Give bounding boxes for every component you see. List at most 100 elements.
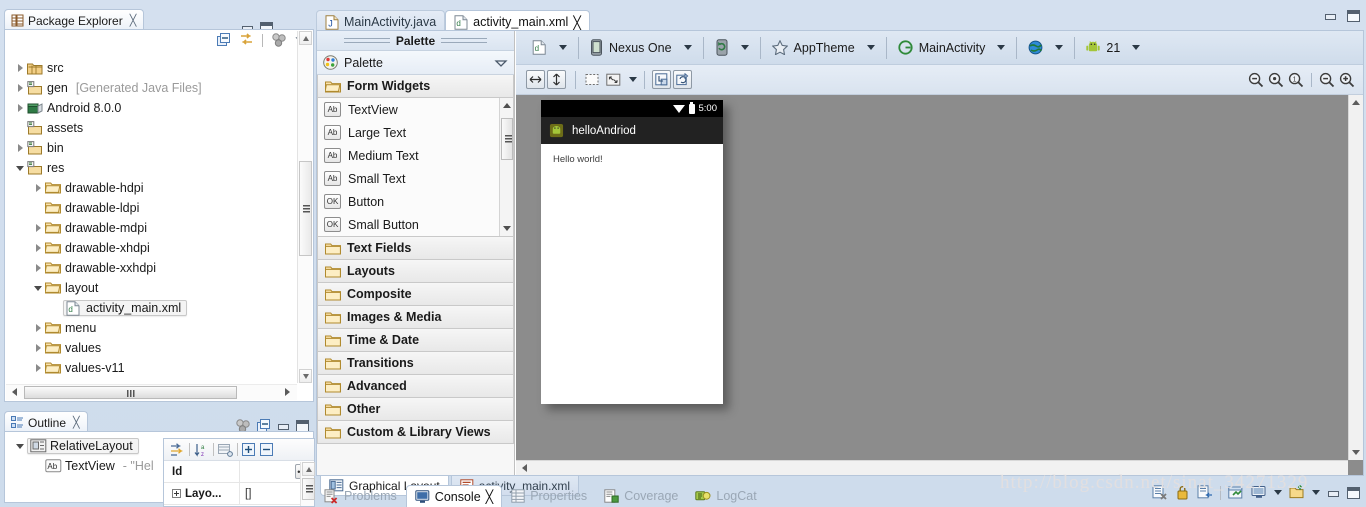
open-console-icon[interactable]	[1289, 484, 1305, 500]
chevron-down-icon[interactable]	[494, 58, 508, 68]
palette-item-textview[interactable]: Ab TextView	[318, 98, 513, 121]
twisty-collapsed-icon[interactable]	[33, 222, 45, 234]
clear-console-icon[interactable]	[1152, 485, 1168, 500]
config-item-config-file[interactable]: d	[524, 35, 575, 61]
bottom-tab-problems[interactable]: Problems	[316, 485, 405, 507]
scroll-up-button[interactable]	[501, 99, 513, 112]
tree-item-res[interactable]: res	[5, 158, 313, 178]
chevron-down-icon[interactable]	[683, 45, 692, 50]
scroll-right-button[interactable]	[281, 386, 295, 399]
toggle-width-icon[interactable]	[526, 70, 545, 89]
tree-item-drawable-ldpi[interactable]: drawable-ldpi	[5, 198, 313, 218]
scroll-thumb[interactable]	[302, 478, 315, 500]
maximize-icon[interactable]	[1347, 10, 1360, 22]
config-item-locale-globe[interactable]	[1020, 35, 1071, 61]
tree-item-drawable-mdpi[interactable]: drawable-mdpi	[5, 218, 313, 238]
tree-item-src[interactable]: src	[5, 58, 313, 78]
toggle-height-icon[interactable]	[547, 70, 566, 89]
palette-group-images-media[interactable]: Images & Media	[317, 306, 514, 329]
palette-scrollbar[interactable]	[499, 98, 513, 236]
bottom-tab-logcat[interactable]: LogCat	[687, 485, 764, 507]
palette-group-composite[interactable]: Composite	[317, 283, 514, 306]
tab-outline[interactable]: Outline ╳	[4, 411, 88, 433]
palette-group-layouts[interactable]: Layouts	[317, 260, 514, 283]
twisty-expanded-icon[interactable]	[15, 440, 27, 452]
config-item-21[interactable]: 21	[1078, 35, 1148, 61]
marquee-select-icon[interactable]	[583, 70, 602, 89]
twisty-expanded-icon[interactable]	[15, 162, 27, 174]
twisty-collapsed-icon[interactable]	[33, 182, 45, 194]
scroll-up-button[interactable]	[302, 462, 315, 476]
twisty-collapsed-icon[interactable]	[15, 62, 27, 74]
bottom-tab-properties[interactable]: Properties	[503, 485, 595, 507]
palette-item-medium-text[interactable]: Ab Medium Text	[318, 144, 513, 167]
chevron-down-icon[interactable]	[1055, 45, 1064, 50]
package-explorer-vertical-scrollbar[interactable]	[297, 31, 312, 383]
properties-vertical-scrollbar[interactable]	[300, 462, 315, 506]
display-caret-icon[interactable]	[1274, 490, 1282, 495]
palette-group-other[interactable]: Other	[317, 398, 514, 421]
chevron-down-icon[interactable]	[1132, 45, 1141, 50]
chevron-down-icon[interactable]	[740, 45, 749, 50]
palette-item-small-button[interactable]: OK Small Button	[318, 213, 513, 236]
show-console-icon[interactable]	[1197, 485, 1213, 500]
scroll-thumb[interactable]	[501, 118, 513, 160]
expand-plus-icon[interactable]	[172, 489, 181, 498]
palette-group-transitions[interactable]: Transitions	[317, 352, 514, 375]
palette-group-time-date[interactable]: Time & Date	[317, 329, 514, 352]
lock-scroll-icon[interactable]	[1175, 485, 1190, 500]
twisty-collapsed-icon[interactable]	[33, 322, 45, 334]
tree-item-bin[interactable]: bin	[5, 138, 313, 158]
config-item-mainactivity[interactable]: MainActivity	[890, 35, 1014, 61]
property-row[interactable]: Layo...[]	[164, 483, 314, 505]
twisty-collapsed-icon[interactable]	[33, 242, 45, 254]
zoom-in-icon[interactable]	[1339, 72, 1355, 88]
tree-item-drawable-hdpi[interactable]: drawable-hdpi	[5, 178, 313, 198]
palette-header[interactable]: Palette	[317, 51, 514, 75]
hello-world-textview[interactable]: Hello world!	[541, 144, 723, 165]
hscroll-thumb[interactable]	[24, 386, 237, 399]
expand-menu-caret[interactable]	[629, 77, 637, 82]
property-row[interactable]: Id•••	[164, 461, 314, 483]
collapse-all-icon[interactable]	[260, 442, 274, 457]
tree-item-values-v11[interactable]: values-v11	[5, 358, 313, 378]
twisty-collapsed-icon[interactable]	[15, 102, 27, 114]
palette-group-custom-library-views[interactable]: Custom & Library Views	[317, 421, 514, 444]
collapse-all-icon[interactable]	[217, 33, 231, 47]
close-icon[interactable]: ╳	[130, 14, 137, 27]
scroll-down-button[interactable]	[1350, 446, 1363, 459]
tab-package-explorer[interactable]: Package Explorer ╳	[4, 9, 145, 31]
canvas-vertical-scrollbar[interactable]	[1348, 95, 1363, 460]
minimize-icon[interactable]	[277, 421, 290, 431]
tree-item-layout[interactable]: layout	[5, 278, 313, 298]
close-icon[interactable]: ╳	[486, 489, 494, 504]
twisty-collapsed-icon[interactable]	[15, 82, 27, 94]
palette-group-form-widgets[interactable]: Form Widgets	[317, 75, 514, 98]
config-item-orientation[interactable]	[707, 35, 757, 61]
twisty-collapsed-icon[interactable]	[33, 362, 45, 374]
tree-item-assets[interactable]: assets	[5, 118, 313, 138]
display-console-icon[interactable]	[1251, 485, 1267, 500]
palette-group-text-fields[interactable]: Text Fields	[317, 237, 514, 260]
scroll-left-button[interactable]	[8, 386, 22, 399]
project-tree[interactable]: src gen [Generated Java Files] Android 8.0.…	[5, 52, 313, 378]
tree-item-menu[interactable]: menu	[5, 318, 313, 338]
palette-item-small-text[interactable]: Ab Small Text	[318, 167, 513, 190]
chevron-down-icon[interactable]	[997, 45, 1006, 50]
device-preview[interactable]: 5:00 helloAndriod Hello world!	[541, 100, 723, 404]
expand-layout-icon[interactable]	[604, 70, 623, 89]
minimize-icon[interactable]	[1324, 11, 1337, 21]
palette-group-advanced[interactable]: Advanced	[317, 375, 514, 398]
scroll-thumb[interactable]	[299, 161, 312, 256]
open-caret-icon[interactable]	[1312, 490, 1320, 495]
properties-grid[interactable]: Id•••Layo...[]	[164, 461, 314, 505]
device-content-area[interactable]: Hello world!	[541, 144, 723, 404]
twisty-expanded-icon[interactable]	[33, 282, 45, 294]
bottom-tab-coverage[interactable]: Coverage	[596, 485, 686, 507]
close-icon[interactable]: ╳	[73, 416, 80, 429]
tree-item-gen[interactable]: gen [Generated Java Files]	[5, 78, 313, 98]
tree-item-activity-main-xml[interactable]: d activity_main.xml	[5, 298, 313, 318]
link-with-editor-icon[interactable]	[239, 33, 254, 47]
zoom-actual-size-icon[interactable]: 1	[1288, 72, 1304, 88]
refresh-render-icon[interactable]	[673, 70, 692, 89]
